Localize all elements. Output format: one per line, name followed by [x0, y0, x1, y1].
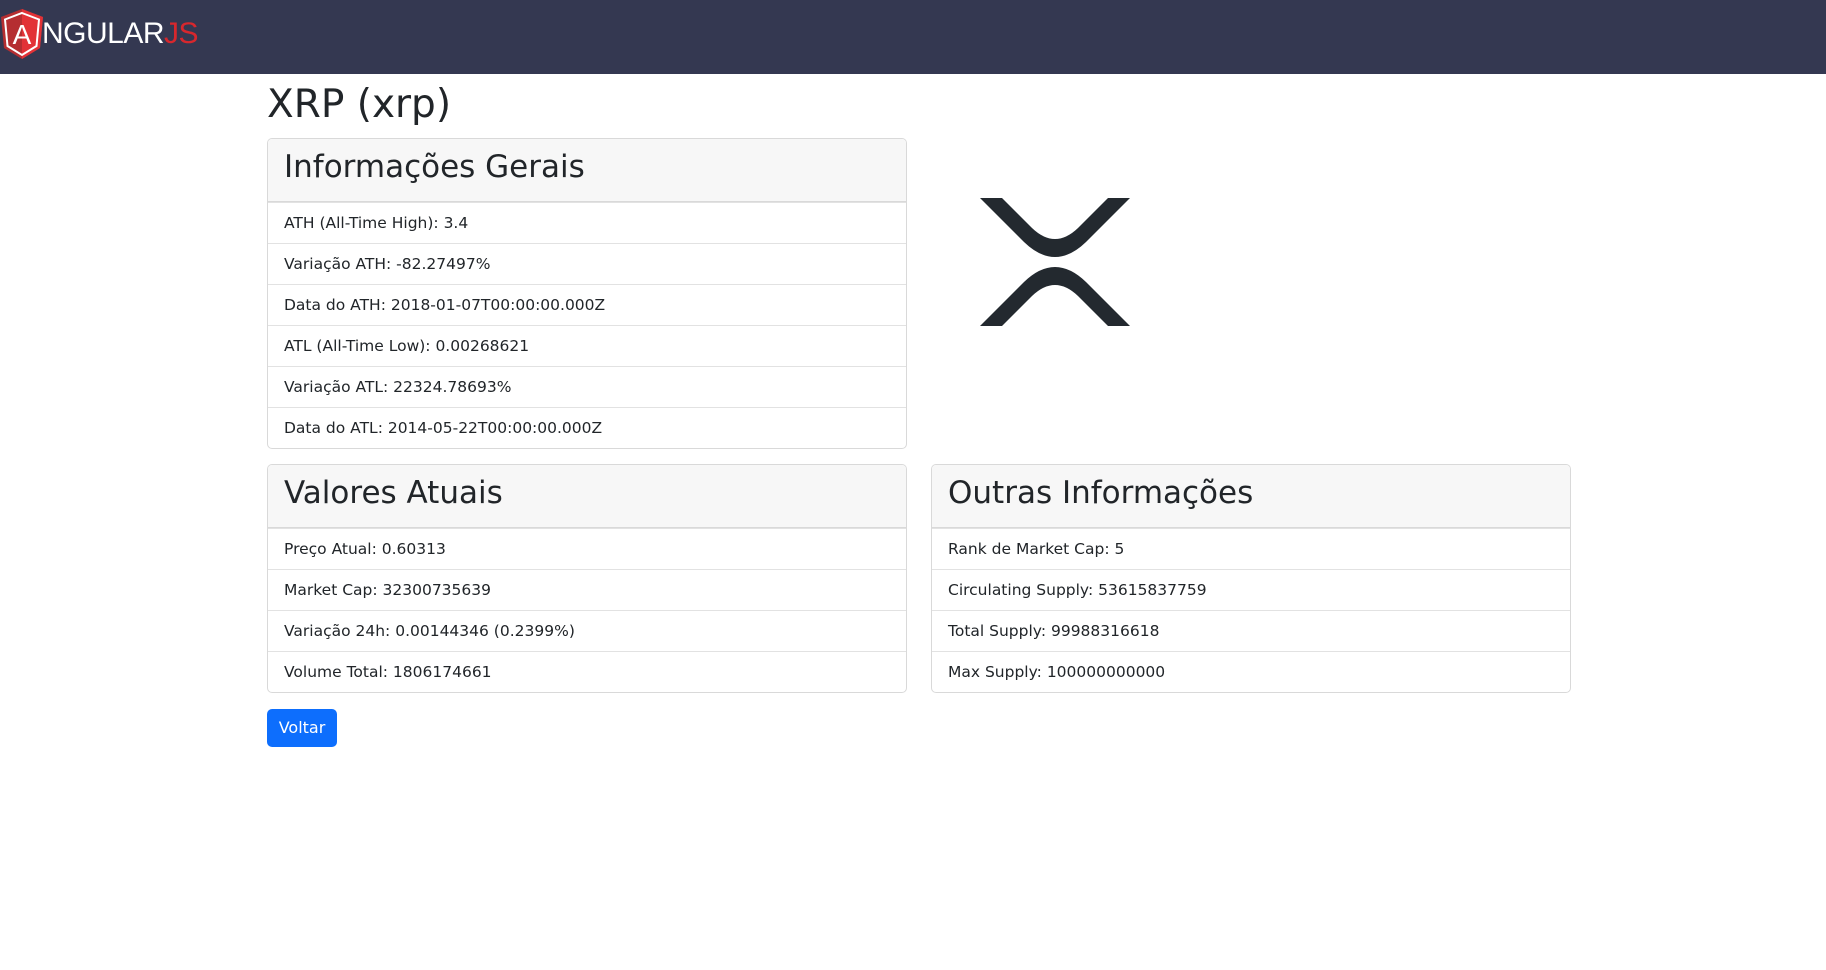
brand-main-text: NGULAR [42, 17, 165, 50]
xrp-logo-icon [980, 198, 1130, 326]
shield-letter: A [13, 19, 32, 50]
angular-shield-icon: A [1, 9, 43, 59]
angularjs-logo[interactable]: A NGULARJS [0, 8, 199, 60]
brand-suffix-text: JS [164, 17, 199, 50]
list-item: Preço Atual: 0.60313 [268, 528, 906, 569]
list-item: Max Supply: 100000000000 [932, 651, 1570, 692]
card-outras-informacoes: Outras Informações Rank de Market Cap: 5… [931, 464, 1571, 693]
list-item: ATH (All-Time High): 3.4 [268, 202, 906, 243]
list-item: Variação ATH: -82.27497% [268, 243, 906, 284]
card-header: Outras Informações [932, 465, 1570, 528]
top-navbar: A NGULARJS [0, 0, 1826, 74]
brand-wordmark: NGULARJS [42, 8, 199, 60]
list-item: Volume Total: 1806174661 [268, 651, 906, 692]
card-header: Informações Gerais [268, 139, 906, 202]
list-item: Market Cap: 32300735639 [268, 569, 906, 610]
back-button[interactable]: Voltar [267, 709, 337, 747]
list-item: Total Supply: 99988316618 [932, 610, 1570, 651]
card-informacoes-gerais: Informações Gerais ATH (All-Time High): … [267, 138, 907, 449]
list-item: Rank de Market Cap: 5 [932, 528, 1570, 569]
list-item: Variação 24h: 0.00144346 (0.2399%) [268, 610, 906, 651]
list-item: ATL (All-Time Low): 0.00268621 [268, 325, 906, 366]
list-item: Data do ATL: 2014-05-22T00:00:00.000Z [268, 407, 906, 448]
list-item: Data do ATH: 2018-01-07T00:00:00.000Z [268, 284, 906, 325]
card-valores-atuais: Valores Atuais Preço Atual: 0.60313 Mark… [267, 464, 907, 693]
card-header: Valores Atuais [268, 465, 906, 528]
list-item: Circulating Supply: 53615837759 [932, 569, 1570, 610]
list-item: Variação ATL: 22324.78693% [268, 366, 906, 407]
page-title: XRP (xrp) [267, 82, 452, 127]
